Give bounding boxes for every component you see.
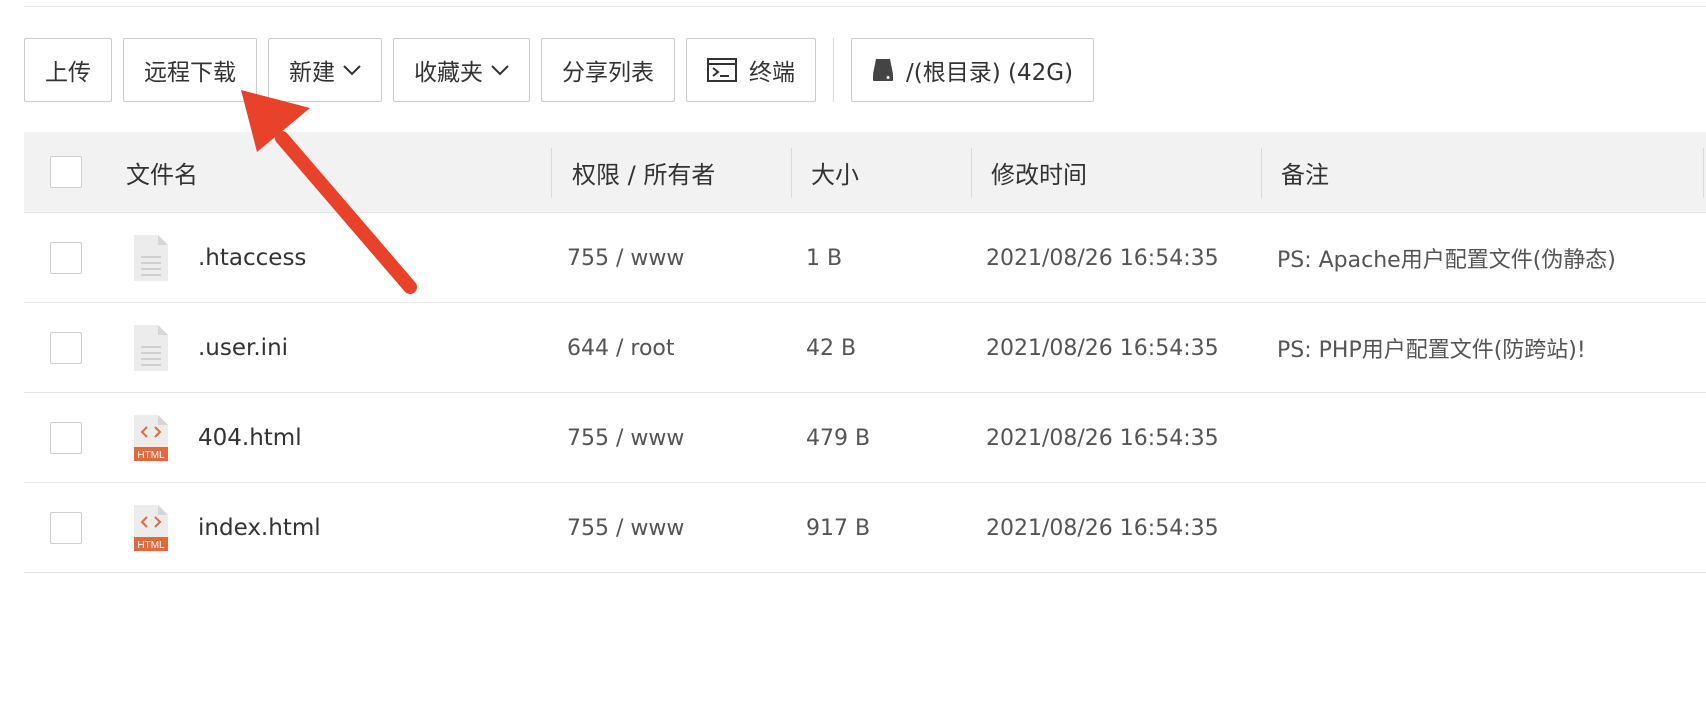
- file-permission[interactable]: 755 / www: [567, 213, 684, 303]
- column-separator: [1703, 148, 1704, 198]
- file-name-link[interactable]: index.html: [198, 483, 321, 573]
- top-divider: [24, 6, 1706, 7]
- share-list-button[interactable]: 分享列表: [541, 38, 675, 102]
- table-row[interactable]: HTML 404.html 755 / www 479 B 2021/08/26…: [24, 393, 1706, 483]
- table-row[interactable]: HTML index.html 755 / www 917 B 2021/08/…: [24, 483, 1706, 573]
- header-permission[interactable]: 权限 / 所有者: [572, 132, 715, 212]
- file-size: 917 B: [806, 515, 871, 541]
- remote-download-label: 远程下载: [144, 60, 236, 86]
- row-checkbox[interactable]: [50, 332, 82, 364]
- column-separator: [1261, 148, 1262, 198]
- chevron-down-icon: [491, 64, 509, 76]
- file-permission[interactable]: 644 / root: [567, 303, 675, 393]
- disk-path-label: /(根目录) (42G): [906, 60, 1074, 86]
- file-name-link[interactable]: 404.html: [198, 393, 302, 483]
- new-label: 新建: [289, 60, 335, 86]
- header-size[interactable]: 大小: [811, 132, 859, 212]
- html-file-icon: HTML: [132, 503, 170, 557]
- column-separator: [971, 148, 972, 198]
- annotation-arrow-icon: [241, 90, 417, 294]
- header-name[interactable]: 文件名: [126, 132, 198, 212]
- header-modified-time[interactable]: 修改时间: [991, 132, 1087, 212]
- toolbar-separator: [833, 38, 834, 102]
- file-permission[interactable]: 755 / www: [567, 393, 684, 483]
- file-toolbar: 上传 远程下载 新建 收藏夹 分享列表 终端 /(根目录) (42G): [24, 38, 1105, 102]
- upload-button[interactable]: 上传: [24, 38, 112, 102]
- file-size: 479 B: [806, 425, 871, 451]
- file-modified-time: 2021/08/26 16:54:35: [986, 335, 1219, 361]
- row-checkbox[interactable]: [50, 242, 82, 274]
- html-badge-text: HTML: [137, 450, 165, 461]
- file-size: 1 B: [806, 245, 843, 271]
- file-name-link[interactable]: .user.ini: [198, 303, 288, 393]
- terminal-label: 终端: [749, 60, 795, 86]
- html-badge-text: HTML: [137, 540, 165, 551]
- select-all-checkbox[interactable]: [50, 156, 82, 188]
- html-file-icon: HTML: [132, 413, 170, 467]
- column-separator: [551, 148, 552, 198]
- generic-file-icon: [132, 323, 170, 377]
- upload-label: 上传: [45, 60, 91, 86]
- hard-drive-icon: [872, 58, 894, 82]
- row-checkbox[interactable]: [50, 422, 82, 454]
- terminal-icon: [707, 58, 737, 82]
- table-row[interactable]: .user.ini 644 / root 42 B 2021/08/26 16:…: [24, 303, 1706, 393]
- file-size: 42 B: [806, 335, 857, 361]
- row-checkbox[interactable]: [50, 512, 82, 544]
- header-note: 备注: [1281, 160, 1329, 189]
- file-note[interactable]: PS: Apache用户配置文件(伪静态): [1277, 213, 1616, 303]
- file-note[interactable]: PS: PHP用户配置文件(防跨站)!: [1277, 303, 1586, 393]
- file-modified-time: 2021/08/26 16:54:35: [986, 245, 1219, 271]
- file-modified-time: 2021/08/26 16:54:35: [986, 425, 1219, 451]
- generic-file-icon: [132, 233, 170, 287]
- file-modified-time: 2021/08/26 16:54:35: [986, 515, 1219, 541]
- favorites-label: 收藏夹: [414, 60, 483, 86]
- disk-path-button[interactable]: /(根目录) (42G): [851, 38, 1095, 102]
- terminal-button[interactable]: 终端: [686, 38, 816, 102]
- file-permission[interactable]: 755 / www: [567, 483, 684, 573]
- column-separator: [791, 148, 792, 198]
- chevron-down-icon: [343, 64, 361, 76]
- share-list-label: 分享列表: [562, 60, 654, 86]
